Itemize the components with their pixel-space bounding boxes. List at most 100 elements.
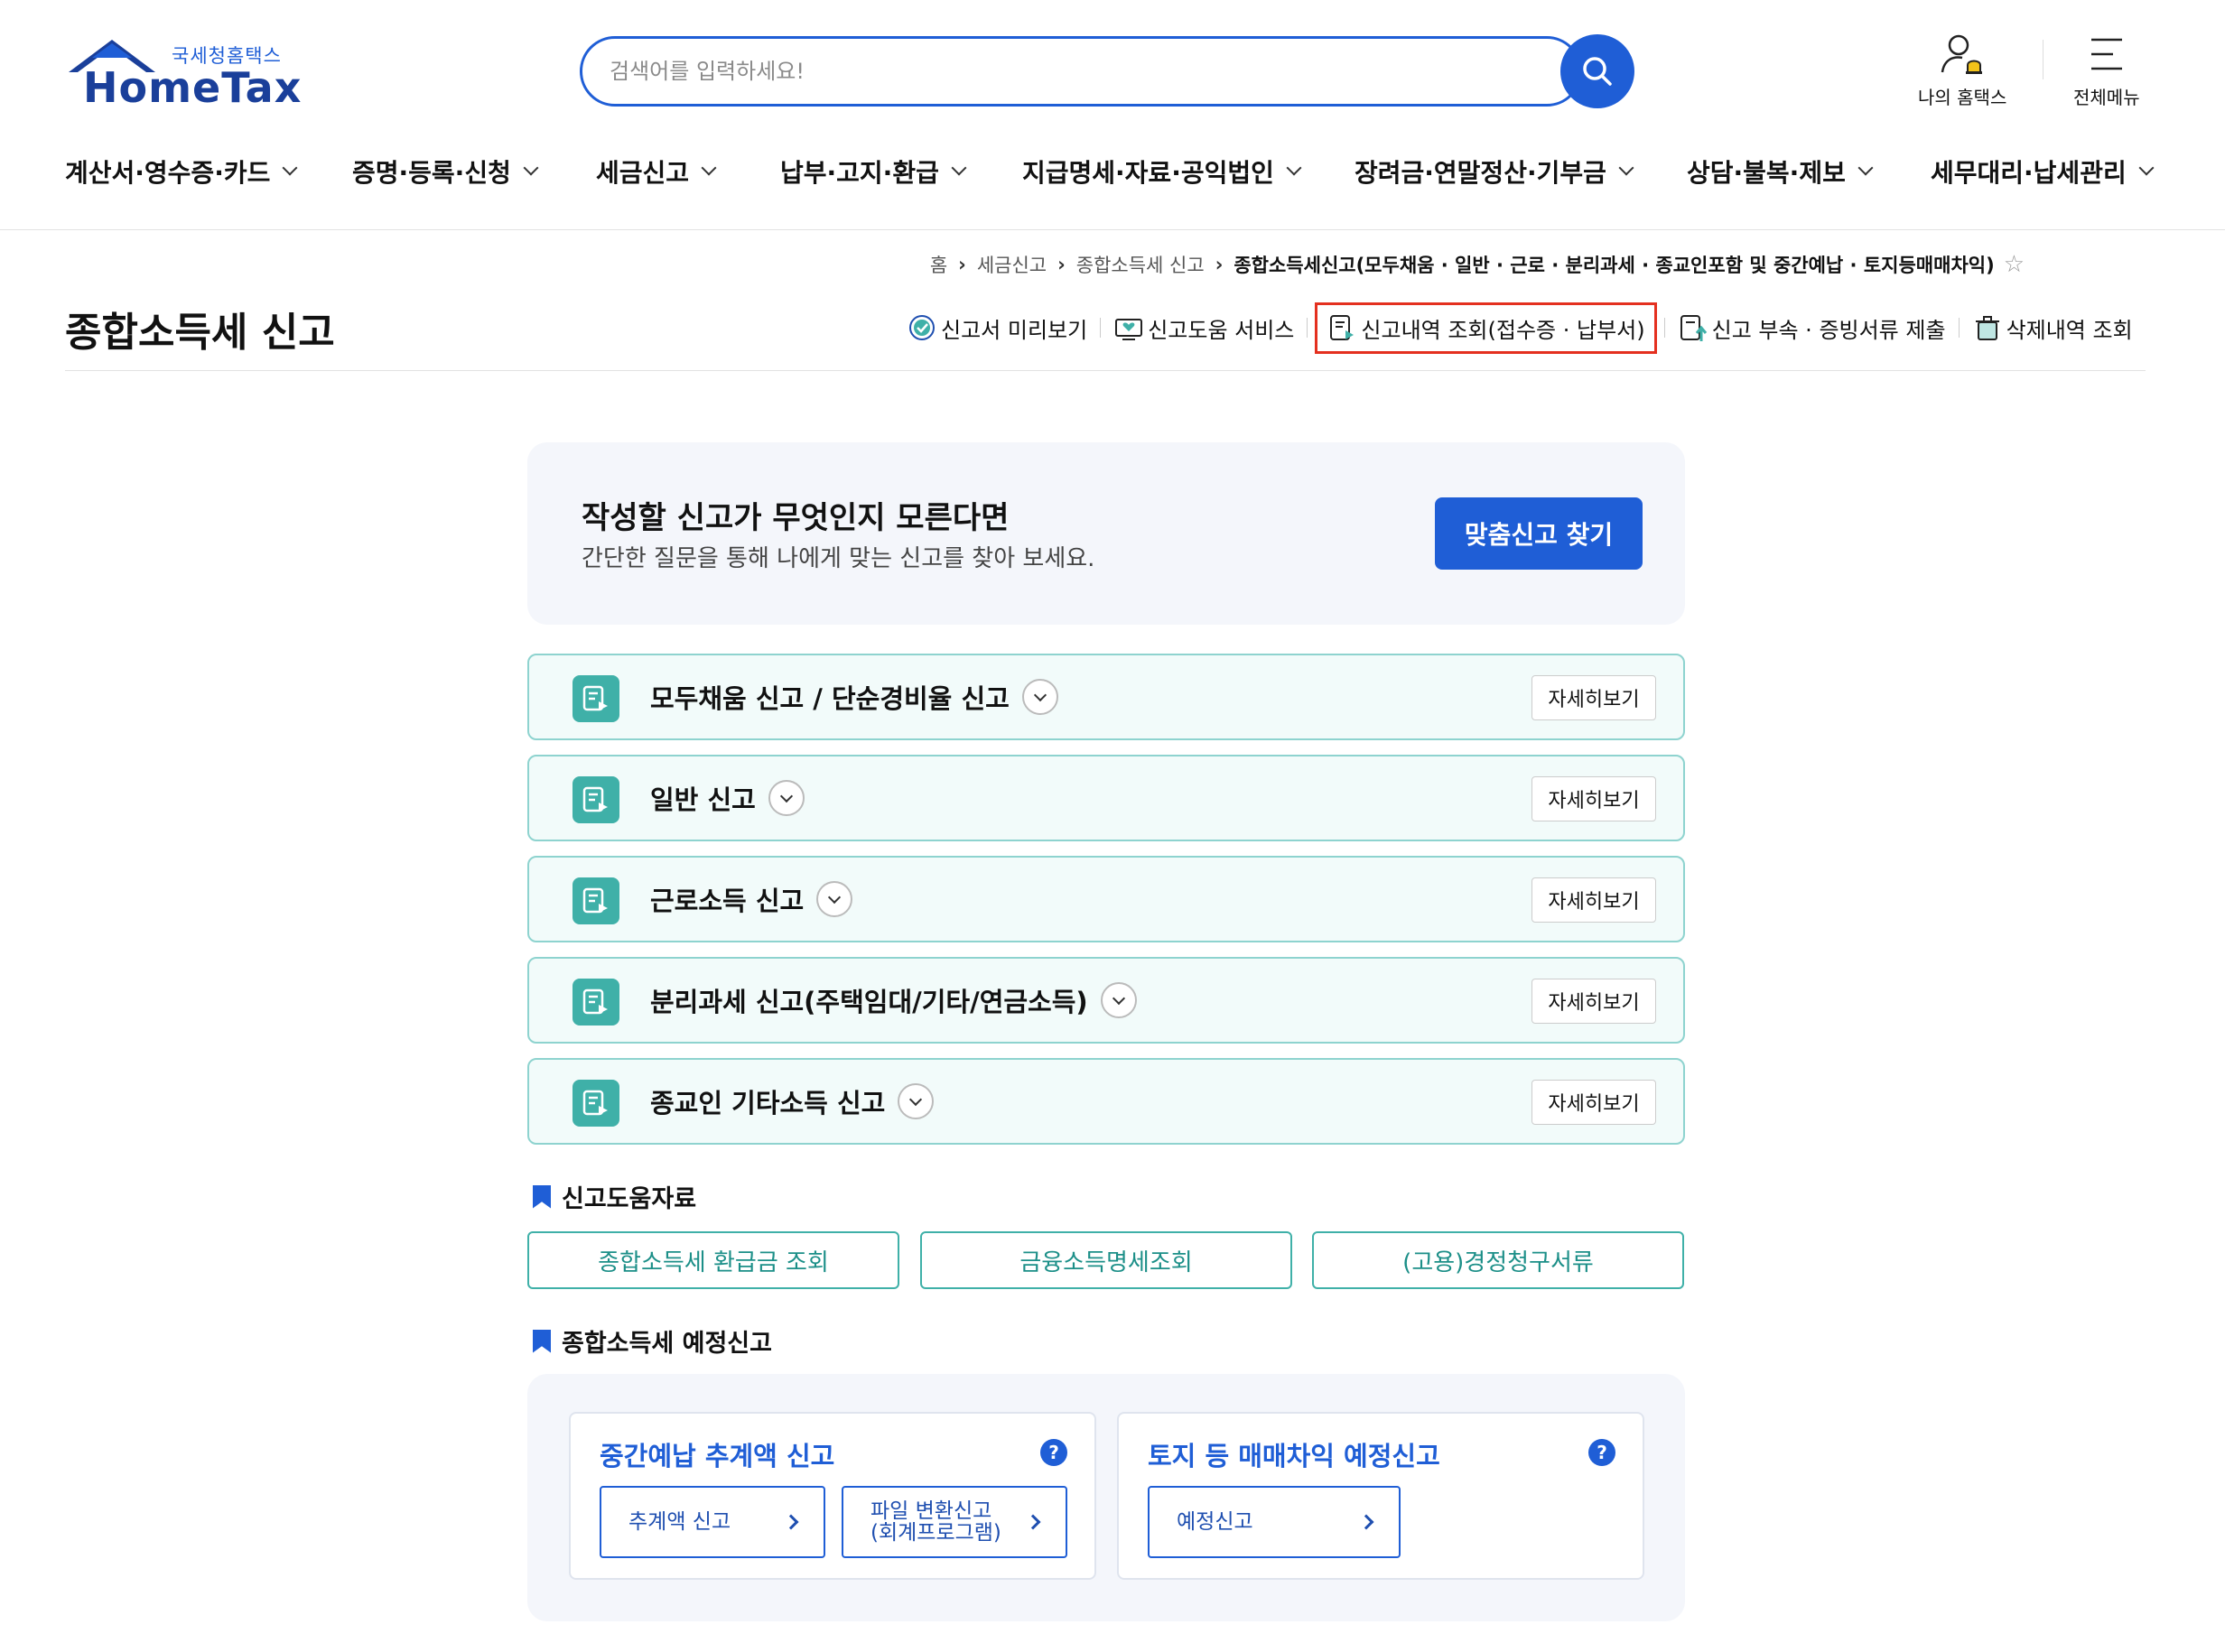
expand-chevron-icon[interactable] [768, 780, 805, 816]
details-button[interactable]: 자세히보기 [1531, 675, 1656, 720]
hamburger-icon [2090, 38, 2122, 70]
filing-row-separate-tax[interactable]: 분리과세 신고(주택임대/기타/연금소득) 자세히보기 [527, 957, 1685, 1044]
document-upload-icon [1680, 315, 1707, 341]
nav-label: 세무대리·납세관리 [1931, 158, 2127, 188]
details-button[interactable]: 자세히보기 [1531, 877, 1656, 923]
nav-agent[interactable]: 세무대리·납세관리 [1931, 153, 2155, 190]
action-label: 삭제내역 조회 [2006, 317, 2133, 343]
title-divider [65, 370, 2146, 371]
document-edit-icon [573, 1080, 619, 1127]
filing-row-prefilled[interactable]: 모두채움 신고 / 단순경비율 신고 자세히보기 [527, 654, 1685, 740]
nav-label: 증명·등록·신청 [352, 158, 511, 188]
action-divider [1958, 318, 1960, 338]
breadcrumb-separator-icon: › [1215, 254, 1224, 275]
chevron-down-icon [951, 160, 967, 176]
chevron-down-icon [701, 160, 717, 176]
user-bell-icon [1941, 34, 1983, 74]
details-button[interactable]: 자세히보기 [1531, 1080, 1656, 1125]
button-label-line1: 파일 변환신고 [870, 1499, 992, 1523]
nav-label: 계산서·영수증·카드 [65, 158, 271, 188]
card-title: 토지 등 매매차익 예정신고 [1148, 1441, 1440, 1471]
action-divider [1307, 318, 1308, 338]
row-label: 모두채움 신고 / 단순경비율 신고 [650, 683, 1010, 714]
breadcrumb-separator-icon: › [958, 254, 966, 275]
document-edit-icon [573, 675, 619, 722]
nav-statement[interactable]: 지급명세·자료·공익법인 [1022, 153, 1302, 190]
custom-filing-banner: 작성할 신고가 무엇인지 모른다면 간단한 질문을 통해 나에게 맞는 신고를 … [527, 442, 1685, 625]
bookmark-icon [533, 1329, 551, 1353]
nav-label: 장려금·연말정산·기부금 [1355, 158, 1606, 188]
filing-row-earned-income[interactable]: 근로소득 신고 자세히보기 [527, 856, 1685, 942]
nav-consult[interactable]: 상담·불복·제보 [1687, 153, 1874, 190]
row-label: 종교인 기타소득 신고 [650, 1088, 886, 1118]
land-sale-card: 토지 등 매매차익 예정신고 ? 예정신고 [1117, 1412, 1644, 1580]
chevron-down-icon [282, 160, 298, 176]
page-title: 종합소득세 신고 [65, 310, 335, 356]
action-bar: 신고서 미리보기 신고도움 서비스 신고내역 조회(접수증 · 납부서) 신고 … [905, 302, 2135, 354]
expand-chevron-icon[interactable] [898, 1083, 935, 1119]
filing-history-link[interactable]: 신고내역 조회(접수증 · 납부서) [1315, 302, 1657, 354]
interim-prepayment-card: 중간예납 추계액 신고 ? 추계액 신고 파일 변환신고 (회계프로그램) [569, 1412, 1096, 1580]
nav-label: 지급명세·자료·공익법인 [1022, 158, 1274, 188]
action-label: 신고 부속 · 증빙서류 제출 [1711, 317, 1946, 343]
chevron-down-icon [1857, 160, 1874, 176]
check-circle-icon [909, 315, 935, 340]
section-title: 종합소득세 예정신고 [562, 1330, 772, 1358]
expand-chevron-icon[interactable] [1021, 679, 1058, 715]
filing-row-general[interactable]: 일반 신고 자세히보기 [527, 755, 1685, 841]
help-materials-heading: 신고도움자료 [533, 1179, 696, 1214]
breadcrumb-home[interactable]: 홈 [930, 251, 947, 278]
nav-label: 납부·고지·환급 [780, 158, 939, 188]
button-label: 추계액 신고 [628, 1509, 731, 1534]
hometax-logo[interactable]: 국세청홈택스 HomeTax [65, 36, 301, 117]
preliminary-filing-button[interactable]: 예정신고 [1148, 1486, 1401, 1558]
refund-inquiry-button[interactable]: 종합소득세 환급금 조회 [527, 1231, 899, 1289]
find-custom-filing-button[interactable]: 맞춤신고 찾기 [1435, 497, 1643, 570]
nav-label: 상담·불복·제보 [1687, 158, 1846, 188]
help-service-link[interactable]: 신고도움 서비스 [1112, 312, 1296, 344]
document-play-icon [1330, 315, 1355, 340]
chevron-right-icon [1358, 1514, 1374, 1530]
estimate-filing-button[interactable]: 추계액 신고 [600, 1486, 825, 1558]
breadcrumb: 홈 › 세금신고 › 종합소득세 신고 › 종합소득세신고(모두채움 · 일반 … [930, 251, 2025, 278]
estimate-heading: 종합소득세 예정신고 [533, 1323, 772, 1359]
all-menu-button[interactable]: 전체메뉴 [2073, 32, 2140, 109]
search-bar [580, 36, 1582, 107]
nav-incentive[interactable]: 장려금·연말정산·기부금 [1355, 153, 1634, 190]
attach-docs-link[interactable]: 신고 부속 · 증빙서류 제출 [1676, 312, 1948, 344]
action-divider [1100, 318, 1102, 338]
action-label: 신고도움 서비스 [1148, 317, 1295, 343]
chevron-right-icon [783, 1514, 799, 1530]
correction-claim-button[interactable]: (고용)경정청구서류 [1312, 1231, 1684, 1289]
favorite-star-icon[interactable]: ☆ [2004, 251, 2025, 278]
breadcrumb-income-tax[interactable]: 종합소득세 신고 [1076, 251, 1205, 278]
card-title: 중간예납 추계액 신고 [600, 1441, 835, 1471]
details-button[interactable]: 자세히보기 [1531, 776, 1656, 821]
help-question-icon[interactable]: ? [1040, 1439, 1067, 1466]
details-button[interactable]: 자세히보기 [1531, 979, 1656, 1024]
deleted-history-link[interactable]: 삭제내역 조회 [1970, 312, 2135, 344]
preview-form-link[interactable]: 신고서 미리보기 [905, 312, 1089, 344]
expand-chevron-icon[interactable] [816, 881, 853, 917]
chevron-down-icon [1286, 160, 1302, 176]
banner-subtext: 간단한 질문을 통해 나에게 맞는 신고를 찾아 보세요. [582, 545, 1095, 572]
search-input[interactable] [610, 39, 1513, 104]
financial-income-inquiry-button[interactable]: 금융소득명세조회 [920, 1231, 1292, 1289]
breadcrumb-tax-return[interactable]: 세금신고 [977, 251, 1047, 278]
section-title: 신고도움자료 [562, 1185, 697, 1213]
nav-payment[interactable]: 납부·고지·환급 [780, 153, 967, 190]
search-button[interactable] [1560, 34, 1634, 108]
chevron-right-icon [1025, 1514, 1041, 1530]
nav-certificate[interactable]: 증명·등록·신청 [352, 153, 539, 190]
action-divider [1663, 318, 1665, 338]
nav-tax-return[interactable]: 세금신고 [596, 153, 717, 190]
filing-row-religious[interactable]: 종교인 기타소득 신고 자세히보기 [527, 1058, 1685, 1145]
nav-invoice[interactable]: 계산서·영수증·카드 [65, 153, 298, 190]
main-nav: 계산서·영수증·카드 증명·등록·신청 세금신고 납부·고지·환급 지급명세·자… [65, 153, 2160, 190]
button-label-line2: (회계프로그램) [870, 1521, 1001, 1545]
help-question-icon[interactable]: ? [1588, 1439, 1615, 1466]
file-conversion-button[interactable]: 파일 변환신고 (회계프로그램) [842, 1486, 1067, 1558]
document-edit-icon [573, 979, 619, 1026]
my-hometax-button[interactable]: 나의 홈택스 [1918, 32, 2006, 109]
expand-chevron-icon[interactable] [1100, 982, 1137, 1018]
